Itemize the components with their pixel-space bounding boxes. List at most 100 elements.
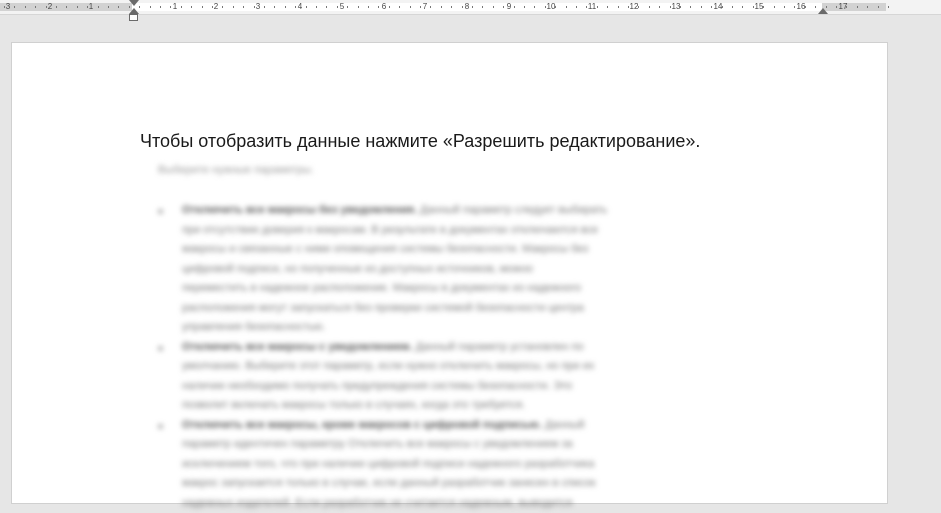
- bullet-icon: [158, 209, 163, 214]
- ruler-tick: [316, 6, 317, 8]
- ruler-tick: [826, 6, 827, 8]
- ruler-label: 11: [588, 2, 596, 12]
- ruler-tick: [524, 6, 525, 8]
- ruler-tick: [191, 6, 192, 8]
- ruler-tick: [545, 6, 546, 8]
- ruler-tick: [358, 6, 359, 8]
- bullet-list: Отключить все макросы без уведомления. Д…: [182, 201, 782, 513]
- ruler-tick: [77, 6, 78, 8]
- list-item-line: Отключить все макросы, кроме макросов с …: [182, 416, 782, 436]
- list-item-line: умолчанию. Выберите этот параметр, если …: [182, 357, 782, 377]
- ruler-label: 6: [382, 2, 386, 12]
- ruler-tick: [586, 6, 587, 8]
- ruler-label: 3: [256, 2, 260, 12]
- ruler-tick: [233, 6, 234, 8]
- ruler-label: 5: [340, 2, 344, 12]
- ruler-tick: [503, 6, 504, 8]
- ruler-tick: [46, 6, 47, 8]
- ruler-tick: [732, 6, 733, 8]
- list-item-line: исключением того, что при наличии цифров…: [182, 455, 782, 475]
- ruler-tick: [326, 6, 327, 8]
- ruler-tick: [420, 6, 421, 8]
- ruler-tick: [742, 6, 743, 8]
- ruler-tick: [347, 6, 348, 8]
- list-item-line: расположения могут запускаться без прове…: [182, 299, 782, 319]
- ruler-tick: [14, 6, 15, 8]
- list-item-lead: Отключить все макросы без уведомления.: [182, 204, 417, 216]
- ruler-tick: [670, 6, 671, 8]
- ruler-tick: [566, 6, 567, 8]
- ruler-tick: [722, 6, 723, 8]
- ruler-tick: [129, 6, 130, 8]
- ruler-tick: [763, 6, 764, 8]
- ruler-tick: [139, 6, 140, 8]
- ruler-tick: [711, 6, 712, 8]
- list-item-line: Отключить все макросы без уведомления. Д…: [182, 201, 782, 221]
- ruler-tick: [846, 6, 847, 8]
- ruler-tick: [254, 6, 255, 8]
- list-item-line: управления безопасностью.: [182, 318, 782, 338]
- ruler-tick: [212, 6, 213, 8]
- ruler-tick: [389, 6, 390, 8]
- ruler-tick: [784, 6, 785, 8]
- left-indent-marker[interactable]: [129, 14, 138, 21]
- ruler-tick: [462, 6, 463, 8]
- list-item-line: позволит включать макросы только в случа…: [182, 396, 782, 416]
- ruler-tick: [638, 6, 639, 8]
- ruler-tick: [451, 6, 452, 8]
- horizontal-ruler[interactable]: 3 2 1 1 2 3 4 5 6 7 8 9 10 11 12 13 14 1…: [0, 0, 941, 15]
- ruler-tick: [368, 6, 369, 8]
- ruler-label: 9: [507, 2, 511, 12]
- ruler-tick: [659, 6, 660, 8]
- ruler-tick: [25, 6, 26, 8]
- ruler-label: 2: [48, 2, 52, 12]
- ruler-tick: [306, 6, 307, 8]
- ruler-tick: [222, 6, 223, 8]
- ruler-tick: [607, 6, 608, 8]
- ruler-tick: [576, 6, 577, 8]
- ruler-tick: [4, 6, 5, 8]
- list-item-lead: Отключить все макросы с уведомлением.: [182, 341, 412, 353]
- ruler-tick: [56, 6, 57, 8]
- list-item-lead: Отключить все макросы, кроме макросов с …: [182, 419, 542, 431]
- list-item-text: Данный параметр следует выбирать: [420, 204, 607, 216]
- ruler-tick: [514, 6, 515, 8]
- list-item-text: Данный: [545, 419, 585, 431]
- document-subtitle: Выберите нужные параметры.: [158, 164, 314, 176]
- ruler-tick: [878, 6, 879, 8]
- ruler-label: 1: [173, 2, 177, 12]
- ruler-tick: [597, 6, 598, 8]
- list-item-line: при отсутствии доверия к макросам. В рез…: [182, 221, 782, 241]
- right-indent-marker[interactable]: [818, 8, 828, 14]
- ruler-tick: [867, 6, 868, 8]
- ruler-tick: [472, 6, 473, 8]
- ruler-tick: [430, 6, 431, 8]
- ruler-tick: [555, 6, 556, 8]
- bullet-icon: [158, 424, 163, 429]
- ruler-tick: [794, 6, 795, 8]
- ruler-tick: [66, 6, 67, 8]
- list-item-line: Отключить все макросы с уведомлением. Да…: [182, 338, 782, 358]
- ruler-tick: [857, 6, 858, 8]
- ruler-tick: [441, 6, 442, 8]
- ruler-tick: [295, 6, 296, 8]
- ruler-tick: [150, 6, 151, 8]
- list-item-line: переместить в надежное расположение. Мак…: [182, 279, 782, 299]
- list-item-line: макрос запускается только в случае, если…: [182, 474, 782, 494]
- ruler-tick: [181, 6, 182, 8]
- ruler-tick: [35, 6, 36, 8]
- ruler-tick: [701, 6, 702, 8]
- ruler-tick: [482, 6, 483, 8]
- ruler-tick: [87, 6, 88, 8]
- list-item-text: Данный параметр установлен по: [415, 341, 583, 353]
- ruler-tick: [410, 6, 411, 8]
- list-item: Отключить все макросы с уведомлением. Да…: [182, 338, 782, 416]
- list-item-line: макросы и связанные с ними оповещения си…: [182, 240, 782, 260]
- ruler-tick: [285, 6, 286, 8]
- first-line-indent-marker[interactable]: [129, 0, 139, 6]
- document-page[interactable]: Чтобы отобразить данные нажмите «Разреши…: [11, 42, 888, 504]
- ruler-tick: [690, 6, 691, 8]
- ruler-tick: [108, 6, 109, 8]
- list-item-line: параметр идентичен параметру Отключить в…: [182, 435, 782, 455]
- ruler-label: 2: [214, 2, 218, 12]
